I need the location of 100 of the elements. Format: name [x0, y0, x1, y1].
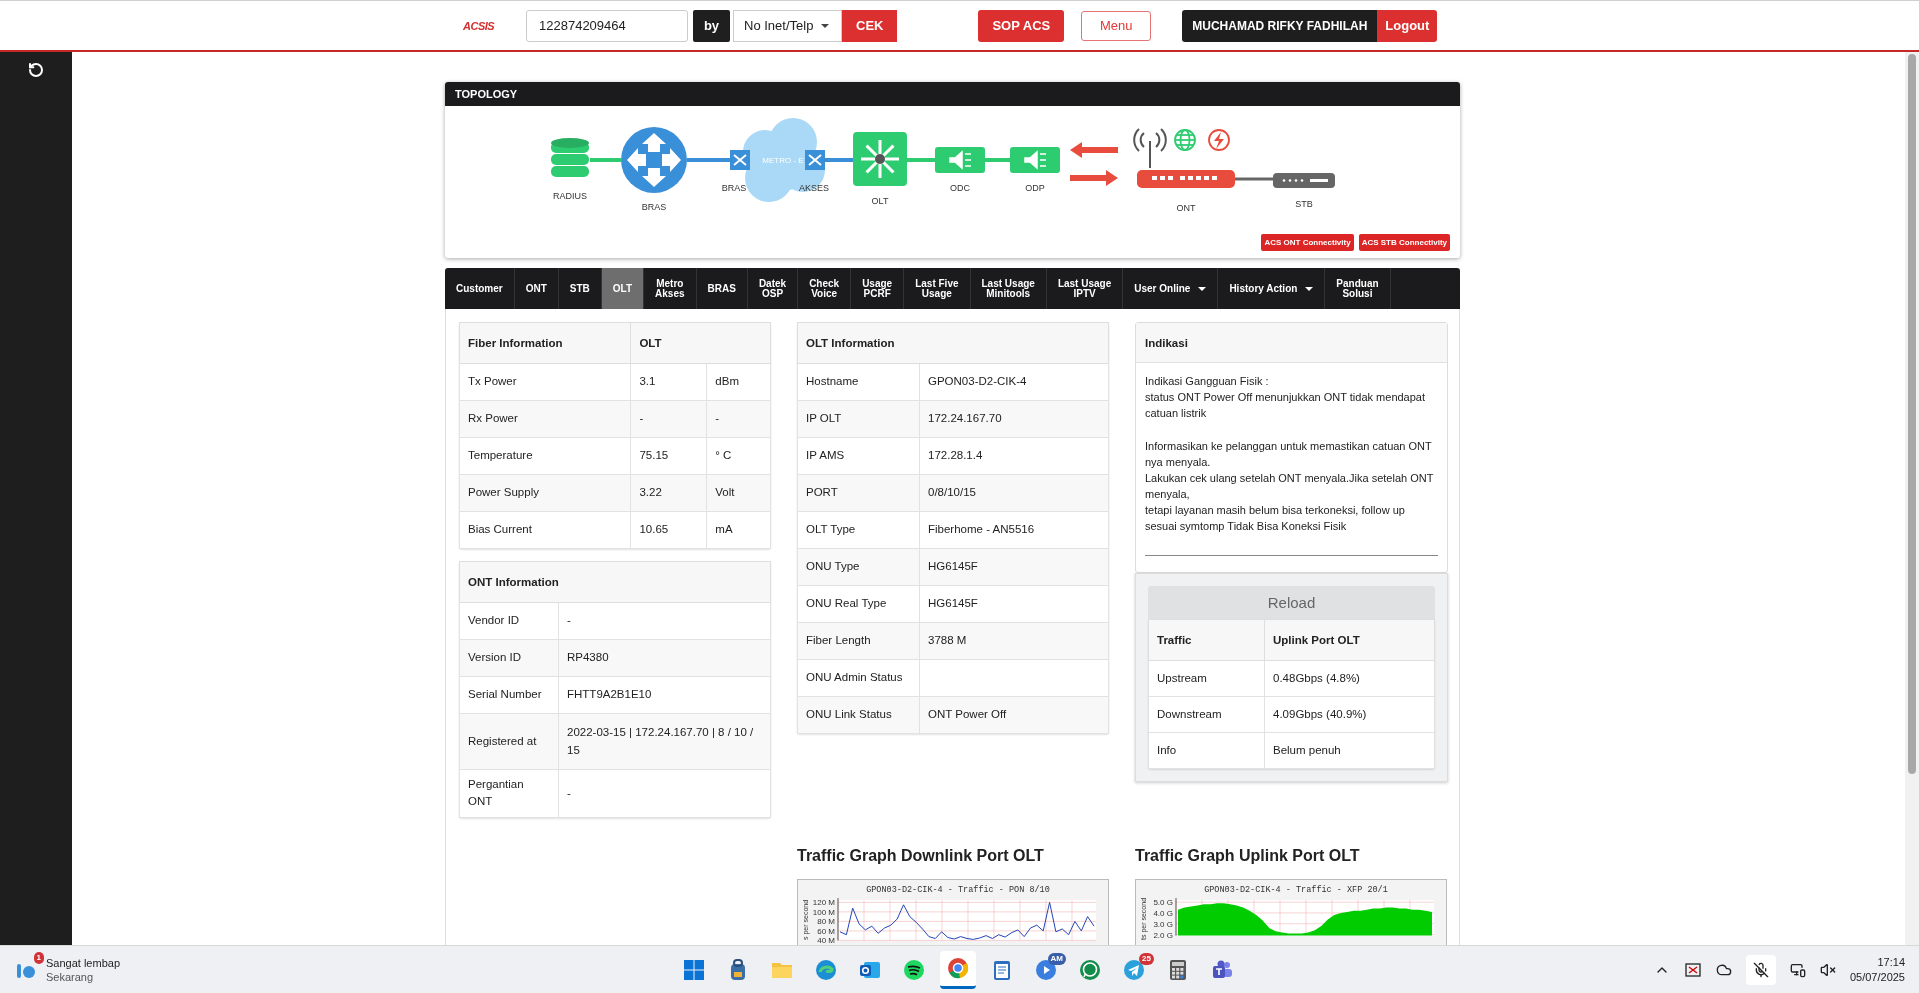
table-cell: Temperature — [459, 437, 631, 475]
tab[interactable]: Usage PCRF — [851, 268, 905, 309]
table-cell: 172.24.167.70 — [919, 400, 1109, 438]
indication-text: Indikasi Gangguan Fisik : status ONT Power Off menunjukkan ONT tidak mendapat catuan listrik — [1145, 374, 1427, 421]
table-cell: ONT Power Off — [919, 696, 1109, 734]
axis-label: 40 M — [817, 936, 835, 945]
type-select[interactable]: No Inet/Telp — [733, 9, 842, 42]
browser-icon — [946, 956, 970, 980]
tab[interactable]: ONT — [514, 268, 559, 309]
table-cell: PORT — [797, 474, 920, 512]
tab[interactable]: STB — [558, 268, 602, 309]
taskbar-app[interactable] — [940, 950, 976, 989]
caret-icon — [1198, 286, 1207, 291]
connectivity-button[interactable]: ACS STB Connectivity — [1358, 234, 1450, 251]
music-icon — [902, 957, 926, 982]
table-cell: ONU Type — [797, 548, 920, 586]
flag-icon[interactable] — [1683, 960, 1702, 979]
axis-label: 80 M — [817, 917, 835, 927]
table-cell: Version ID — [459, 639, 559, 677]
globe-icon — [1174, 129, 1196, 151]
graph-heading: Traffic Graph Downlink Port OLT — [797, 846, 1045, 865]
tab[interactable]: OLT — [601, 268, 645, 309]
node-label: BRAS — [721, 183, 747, 193]
table-header: OLT — [630, 322, 771, 364]
tab[interactable]: User Online — [1123, 268, 1219, 309]
table-cell: OLT Type — [797, 511, 920, 549]
hub-icon — [853, 132, 907, 186]
tab[interactable]: Last Usage Minitools — [970, 268, 1047, 309]
node-label: OLT — [871, 196, 889, 206]
clock-date[interactable]: 05/07/2025 — [1849, 969, 1905, 985]
table-cell: HG6145F — [919, 585, 1109, 623]
axis-label: 60 M — [817, 926, 835, 936]
table-header: Traffic — [1148, 619, 1265, 661]
taskbar-app[interactable]: 25 — [1116, 950, 1152, 989]
tab[interactable]: History Action — [1218, 268, 1326, 309]
tab[interactable]: Last Usage IPTV — [1046, 268, 1124, 309]
tab[interactable]: Last Five Usage — [904, 268, 971, 309]
weather-subtitle: Sekarang — [46, 969, 95, 984]
node-label: STB — [1295, 199, 1313, 209]
table-cell: GPON03-D2-CIK-4 — [919, 363, 1109, 401]
search-field[interactable]: 122874209464 — [526, 9, 688, 42]
table-header: OLT Information — [797, 322, 1109, 364]
table-cell: ONU Link Status — [797, 696, 920, 734]
caret-icon — [1305, 286, 1314, 291]
display-icon[interactable] — [1789, 961, 1806, 978]
undo-icon[interactable] — [28, 62, 44, 78]
table-cell: Bias Current — [459, 511, 631, 549]
table-cell: Fiberhome - AN5516 — [919, 511, 1109, 549]
table-cell: Belum penuh — [1264, 732, 1435, 769]
set-top-box-icon — [1273, 173, 1335, 188]
graph-heading: Traffic Graph Uplink Port OLT — [1135, 846, 1361, 865]
node-label: ODC — [950, 183, 970, 193]
table-cell: IP AMS — [797, 437, 920, 475]
windows-logo-icon — [682, 957, 706, 982]
microphone-off-icon — [1752, 961, 1769, 978]
tab[interactable]: Customer — [445, 268, 515, 309]
tab[interactable]: BRAS — [696, 268, 748, 309]
splitter-icon — [1010, 147, 1060, 173]
logout-button[interactable]: Logout — [1377, 9, 1438, 42]
check-button[interactable]: CEK — [842, 9, 898, 42]
table-cell: 3788 M — [919, 622, 1109, 660]
table-cell: 172.28.1.4 — [919, 437, 1109, 475]
tab[interactable]: Metro Akses — [644, 268, 697, 309]
table-cell: Info — [1148, 732, 1265, 769]
taskbar-app[interactable]: AM — [1028, 950, 1064, 989]
speaker-muted-icon[interactable] — [1819, 961, 1836, 978]
router-icon — [621, 127, 687, 193]
tab[interactable]: Check Voice — [798, 268, 852, 309]
table-cell: ° C — [706, 437, 771, 475]
switch-icon — [805, 150, 825, 170]
menu-button[interactable]: Menu — [1081, 10, 1152, 41]
sop-button[interactable]: SOP ACS — [978, 9, 1065, 42]
user-name: MUCHAMAD RIFKY FADHILAH — [1182, 9, 1378, 42]
node-label: BRAS — [641, 202, 667, 212]
card-title: Indikasi — [1136, 323, 1447, 363]
by-label: by — [693, 9, 730, 42]
table-header: Uplink Port OLT — [1264, 619, 1435, 661]
link-line — [687, 158, 730, 162]
scrollbar[interactable] — [1905, 52, 1919, 945]
link-line — [985, 158, 1010, 162]
chat-icon — [1078, 957, 1102, 982]
link-line — [907, 158, 935, 162]
table-cell: Fiber Length — [797, 622, 920, 660]
axis-label: 4.0 G — [1153, 908, 1173, 918]
modem-icon — [1137, 170, 1235, 188]
link-line — [590, 158, 621, 162]
axis-label: 100 M — [812, 907, 835, 917]
tab[interactable]: Datek OSP — [747, 268, 799, 309]
reload-button[interactable]: Reload — [1148, 586, 1435, 619]
table-cell: dBm — [706, 363, 771, 401]
logo[interactable]: ACSIS — [463, 19, 500, 32]
table-cell: Downstream — [1148, 696, 1265, 733]
table-cell: 3.22 — [630, 474, 707, 512]
app-badge: 25 — [1139, 952, 1154, 965]
clock-time[interactable]: 17:14 — [1877, 954, 1905, 970]
connectivity-button[interactable]: ACS ONT Connectivity — [1261, 234, 1354, 251]
microphone-button[interactable] — [1745, 954, 1776, 985]
table-cell: Volt — [706, 474, 771, 512]
panel-title: TOPOLOGY — [445, 82, 1460, 106]
tab[interactable]: Panduan Solusi — [1325, 268, 1391, 309]
